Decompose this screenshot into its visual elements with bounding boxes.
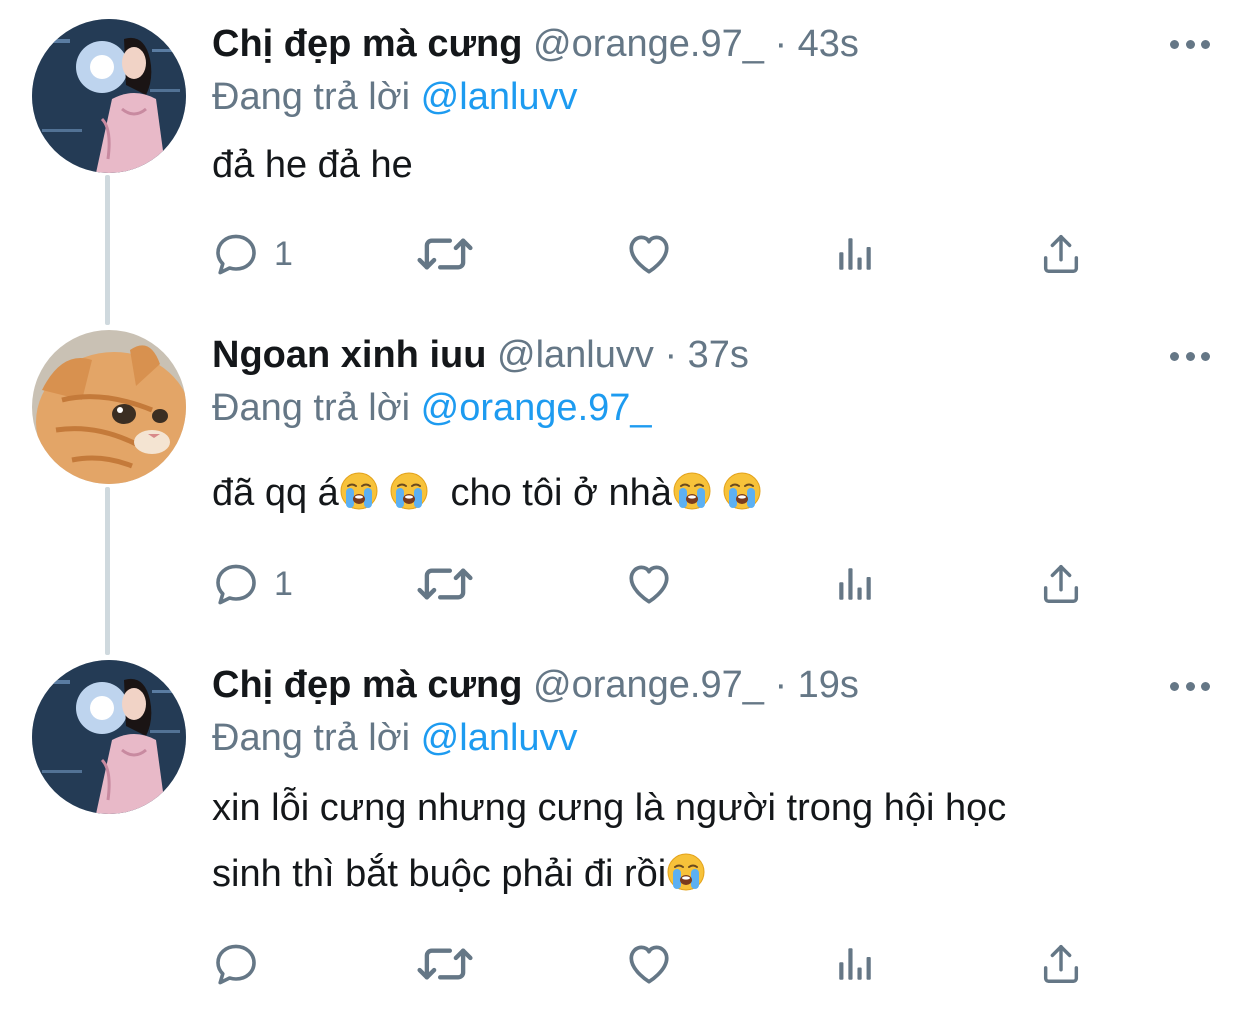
action-bar: 1 <box>212 556 1112 612</box>
more-options-icon[interactable] <box>1170 38 1210 50</box>
handle[interactable]: @orange.97_ <box>533 23 764 65</box>
separator-dot: · <box>774 23 788 65</box>
timestamp[interactable]: 19s <box>798 664 859 706</box>
reply-button[interactable]: 1 <box>212 226 293 282</box>
share-button[interactable] <box>1038 936 1084 992</box>
analytics-button[interactable] <box>834 936 876 992</box>
heart-icon <box>624 939 674 989</box>
retweet-button[interactable] <box>416 226 474 282</box>
retweet-button[interactable] <box>416 936 474 992</box>
retweet-icon <box>416 935 474 993</box>
timestamp[interactable]: 37s <box>688 334 749 376</box>
timestamp[interactable]: 43s <box>798 23 859 65</box>
avatar[interactable] <box>32 19 186 173</box>
mention-link[interactable]: @orange.97_ <box>421 387 652 429</box>
avatar[interactable] <box>32 330 186 484</box>
reply-count: 1 <box>274 564 293 603</box>
display-name[interactable]: Chị đẹp mà cưng <box>212 23 522 65</box>
tweet-text-line: xin lỗi cưng nhưng cưng là người trong h… <box>212 787 1007 829</box>
reply-button[interactable]: 1 <box>212 556 293 612</box>
tweet-text: đã qq á cho tôi ở nhà <box>212 460 1172 526</box>
tweet-text-part <box>712 472 723 514</box>
handle[interactable]: @lanluvv <box>497 334 654 376</box>
display-name[interactable]: Chị đẹp mà cưng <box>212 664 522 706</box>
reply-button[interactable] <box>212 936 274 992</box>
analytics-button[interactable] <box>834 556 876 612</box>
thread-line <box>105 175 110 325</box>
analytics-icon <box>834 233 876 275</box>
separator-dot: · <box>774 664 788 706</box>
replying-to-label: Đang trả lời <box>212 76 411 118</box>
replying-to-label: Đang trả lời <box>212 717 411 759</box>
replying-to-label: Đang trả lời <box>212 387 411 429</box>
loudly-crying-face-emoji <box>389 471 429 511</box>
analytics-icon <box>834 563 876 605</box>
retweet-button[interactable] <box>416 556 474 612</box>
tweet-text: xin lỗi cưng nhưng cưng là người trong h… <box>212 775 1172 907</box>
reply-icon <box>212 230 260 278</box>
tweet-text-part: cho tôi ở nhà <box>429 472 672 514</box>
tweet-text-part: đã qq á <box>212 472 339 514</box>
heart-icon <box>624 559 674 609</box>
tweet-text: đả he đả he <box>212 144 413 186</box>
more-options-icon[interactable] <box>1170 680 1210 692</box>
heart-icon <box>624 229 674 279</box>
share-button[interactable] <box>1038 226 1084 282</box>
mention-link[interactable]: @lanluvv <box>421 717 578 759</box>
loudly-crying-face-emoji <box>339 471 379 511</box>
more-options-icon[interactable] <box>1170 350 1210 362</box>
replying-to: Đang trả lời @orange.97_ <box>212 385 652 431</box>
replying-to: Đang trả lời @lanluvv <box>212 74 578 120</box>
woman-portrait-avatar <box>32 19 186 173</box>
reply-icon <box>212 560 260 608</box>
loudly-crying-face-emoji <box>666 852 706 892</box>
analytics-button[interactable] <box>834 226 876 282</box>
replying-to: Đang trả lời @lanluvv <box>212 715 578 761</box>
tweet-header: Ngoan xinh iuu @lanluvv · 37s <box>212 332 749 378</box>
orange-cat-avatar <box>32 330 186 484</box>
action-bar: 1 <box>212 226 1112 282</box>
like-button[interactable] <box>624 556 674 612</box>
handle[interactable]: @orange.97_ <box>533 664 764 706</box>
tweet-header: Chị đẹp mà cưng @orange.97_ · 43s <box>212 21 859 67</box>
avatar[interactable] <box>32 660 186 814</box>
like-button[interactable] <box>624 226 674 282</box>
action-bar <box>212 936 1112 992</box>
loudly-crying-face-emoji <box>672 471 712 511</box>
reply-icon <box>212 940 260 988</box>
reply-count: 1 <box>274 234 293 273</box>
mention-link[interactable]: @lanluvv <box>421 76 578 118</box>
woman-portrait-avatar <box>32 660 186 814</box>
separator-dot: · <box>664 334 678 376</box>
tweet-text-line: sinh thì bắt buộc phải đi rồi <box>212 853 667 895</box>
thread-line <box>105 487 110 655</box>
display-name[interactable]: Ngoan xinh iuu <box>212 334 486 376</box>
share-icon <box>1038 941 1084 987</box>
analytics-icon <box>834 943 876 985</box>
like-button[interactable] <box>624 936 674 992</box>
share-icon <box>1038 231 1084 277</box>
share-button[interactable] <box>1038 556 1084 612</box>
share-icon <box>1038 561 1084 607</box>
loudly-crying-face-emoji <box>722 471 762 511</box>
tweet-text-part <box>379 472 390 514</box>
retweet-icon <box>416 555 474 613</box>
retweet-icon <box>416 225 474 283</box>
tweet-header: Chị đẹp mà cưng @orange.97_ · 19s <box>212 662 859 708</box>
